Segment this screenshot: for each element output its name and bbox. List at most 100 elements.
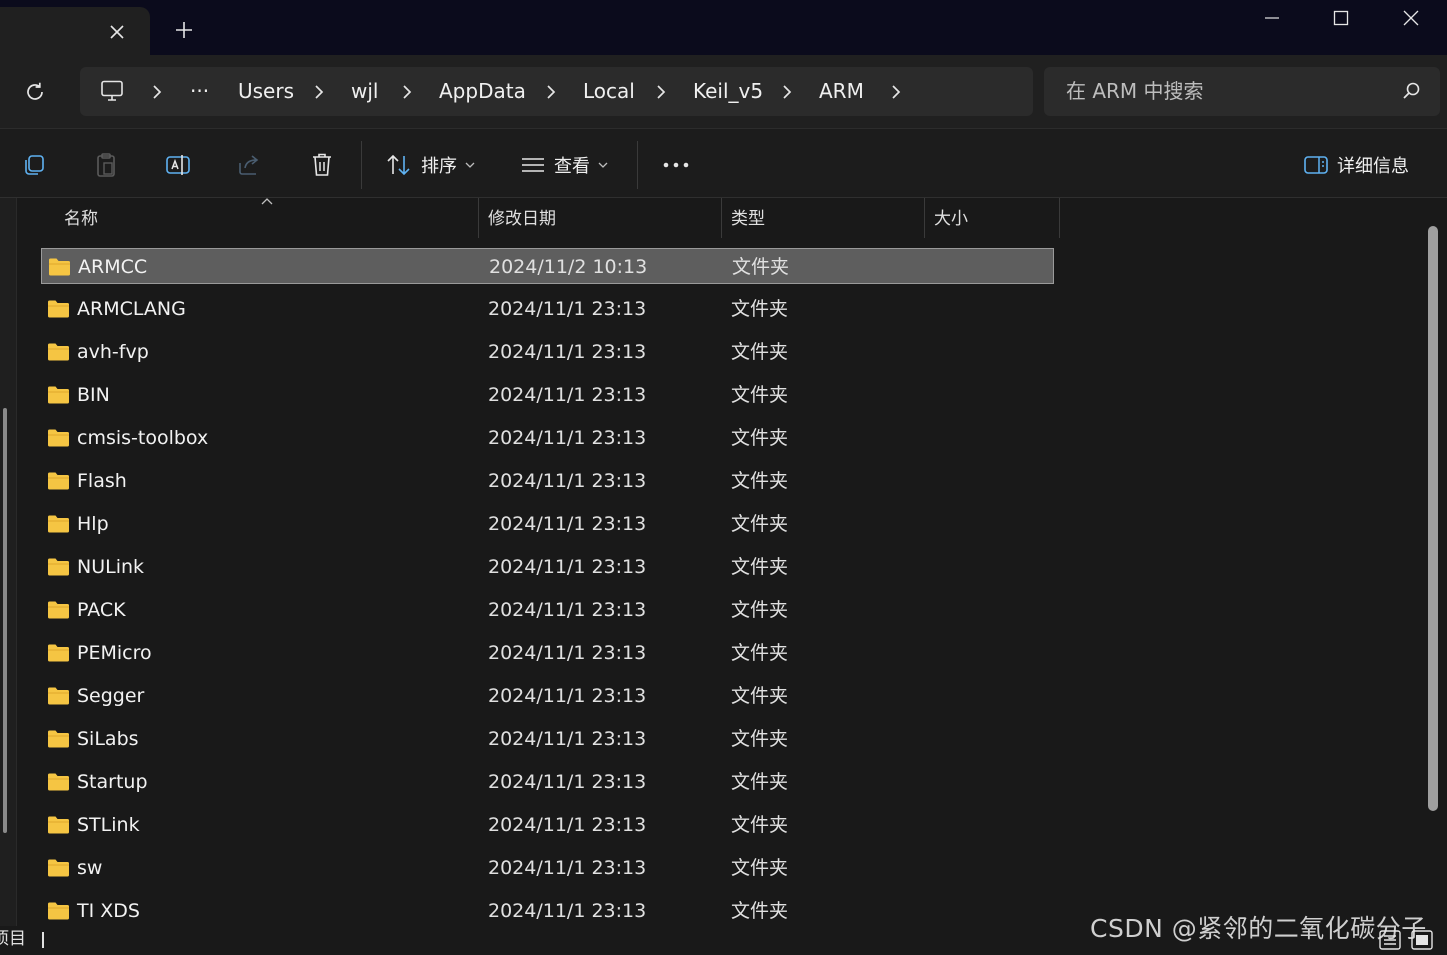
window-close-icon[interactable]	[1376, 0, 1446, 36]
folder-icon	[47, 687, 70, 705]
file-type: 文件夹	[731, 470, 789, 492]
breadcrumb-item-wjl[interactable]: wjl	[351, 67, 378, 116]
breadcrumb-item-keil[interactable]: Keil_v5	[693, 67, 763, 116]
file-type: 文件夹	[731, 857, 789, 879]
column-modified[interactable]: 修改日期	[479, 198, 721, 238]
file-row[interactable]: STLink 2024/11/1 23:13 文件夹	[41, 807, 1054, 843]
chevron-right-icon[interactable]	[541, 67, 561, 116]
breadcrumb-item-appdata[interactable]: AppData	[439, 67, 526, 116]
tab-close-icon[interactable]	[104, 19, 130, 45]
file-name: STLink	[77, 814, 140, 836]
file-row[interactable]: ARMCLANG 2024/11/1 23:13 文件夹	[41, 291, 1054, 327]
chevron-right-icon[interactable]	[777, 67, 797, 116]
file-type: 文件夹	[731, 298, 789, 320]
chevron-down-icon	[465, 162, 475, 168]
file-modified: 2024/11/1 23:13	[488, 470, 647, 492]
status-text: 项目	[0, 929, 26, 949]
search-box[interactable]: 在 ARM 中搜索	[1044, 67, 1440, 116]
large-icons-view-icon[interactable]	[1409, 928, 1435, 952]
minimize-icon[interactable]	[1237, 0, 1307, 36]
file-type: 文件夹	[731, 427, 789, 449]
file-type: 文件夹	[731, 771, 789, 793]
file-name: ARMCLANG	[77, 298, 186, 320]
chevron-right-icon[interactable]	[309, 67, 329, 116]
breadcrumb-item-users[interactable]: Users	[238, 67, 294, 116]
file-modified: 2024/11/1 23:13	[488, 685, 647, 707]
maximize-icon[interactable]	[1306, 0, 1376, 36]
file-row[interactable]: sw 2024/11/1 23:13 文件夹	[41, 850, 1054, 886]
chevron-right-icon[interactable]	[397, 67, 417, 116]
file-modified: 2024/11/1 23:13	[488, 556, 647, 578]
file-name: Startup	[77, 771, 148, 793]
file-type: 文件夹	[731, 642, 789, 664]
column-type[interactable]: 类型	[722, 198, 924, 238]
paste-icon[interactable]	[90, 149, 122, 181]
breadcrumb-overflow[interactable]: ···	[190, 67, 209, 116]
file-row[interactable]: Hlp 2024/11/1 23:13 文件夹	[41, 506, 1054, 542]
file-modified: 2024/11/1 23:13	[488, 857, 647, 879]
file-type: 文件夹	[731, 900, 789, 922]
file-modified: 2024/11/1 23:13	[488, 384, 647, 406]
file-row[interactable]: Segger 2024/11/1 23:13 文件夹	[41, 678, 1054, 714]
folder-icon	[47, 816, 70, 834]
breadcrumb-item-local[interactable]: Local	[583, 67, 635, 116]
file-name: avh-fvp	[77, 341, 149, 363]
file-row[interactable]: Startup 2024/11/1 23:13 文件夹	[41, 764, 1054, 800]
rename-icon[interactable]	[162, 149, 194, 181]
title-bar	[0, 0, 1447, 55]
folder-icon	[47, 644, 70, 662]
file-modified: 2024/11/1 23:13	[488, 427, 647, 449]
active-tab[interactable]	[0, 7, 150, 55]
file-row[interactable]: BIN 2024/11/1 23:13 文件夹	[41, 377, 1054, 413]
file-list-area: 名称 修改日期 类型 大小 ARMCC 2024/11/2 10:13 文件夹 ARM…	[0, 198, 1447, 926]
file-type: 文件夹	[731, 341, 789, 363]
details-pane-button[interactable]: 详细信息	[1303, 149, 1409, 181]
breadcrumb[interactable]: ··· Users wjl AppData Local Keil_v5 ARM	[80, 67, 1033, 116]
chevron-right-icon[interactable]	[147, 67, 167, 116]
chevron-right-icon[interactable]	[651, 67, 671, 116]
new-tab-plus-icon[interactable]	[170, 16, 198, 44]
file-name: sw	[77, 857, 103, 879]
folder-icon	[47, 386, 70, 404]
file-row[interactable]: PACK 2024/11/1 23:13 文件夹	[41, 592, 1054, 628]
file-type: 文件夹	[731, 599, 789, 621]
column-header: 名称 修改日期 类型 大小	[40, 198, 1060, 238]
file-row[interactable]: cmsis-toolbox 2024/11/1 23:13 文件夹	[41, 420, 1054, 456]
sort-arrows-icon	[387, 154, 410, 176]
file-type: 文件夹	[732, 256, 790, 278]
folder-icon	[47, 300, 70, 318]
column-divider[interactable]	[1059, 198, 1060, 238]
copy-icon[interactable]	[18, 149, 50, 181]
nav-scrollbar[interactable]	[3, 408, 7, 833]
vertical-scrollbar[interactable]	[1428, 226, 1438, 811]
file-row[interactable]: PEMicro 2024/11/1 23:13 文件夹	[41, 635, 1054, 671]
file-name: Flash	[77, 470, 127, 492]
search-input[interactable]: 在 ARM 中搜索	[1066, 67, 1204, 116]
file-type: 文件夹	[731, 384, 789, 406]
refresh-icon[interactable]	[18, 75, 52, 109]
details-view-icon[interactable]	[1377, 928, 1403, 952]
chevron-down-icon	[598, 162, 608, 168]
file-row[interactable]: TI XDS 2024/11/1 23:13 文件夹	[41, 893, 1054, 926]
breadcrumb-item-arm[interactable]: ARM	[819, 67, 864, 116]
column-size[interactable]: 大小	[925, 198, 1059, 238]
file-row[interactable]: avh-fvp 2024/11/1 23:13 文件夹	[41, 334, 1054, 370]
file-row[interactable]: Flash 2024/11/1 23:13 文件夹	[41, 463, 1054, 499]
file-row[interactable]: NULink 2024/11/1 23:13 文件夹	[41, 549, 1054, 585]
view-list-icon	[522, 158, 544, 172]
view-button[interactable]: 查看	[520, 149, 608, 181]
sort-ascending-icon	[261, 198, 273, 209]
search-icon[interactable]	[1402, 81, 1422, 101]
chevron-right-icon[interactable]	[886, 67, 906, 116]
more-options-button[interactable]	[662, 149, 690, 181]
file-modified: 2024/11/1 23:13	[488, 814, 647, 836]
folder-icon	[47, 343, 70, 361]
share-icon[interactable]	[234, 149, 266, 181]
file-row[interactable]: SiLabs 2024/11/1 23:13 文件夹	[41, 721, 1054, 757]
sort-button[interactable]: 排序	[385, 149, 475, 181]
file-type: 文件夹	[731, 513, 789, 535]
computer-icon[interactable]	[100, 80, 124, 106]
delete-icon[interactable]	[306, 149, 338, 181]
file-type: 文件夹	[731, 728, 789, 750]
file-row[interactable]: ARMCC 2024/11/2 10:13 文件夹	[41, 248, 1054, 284]
